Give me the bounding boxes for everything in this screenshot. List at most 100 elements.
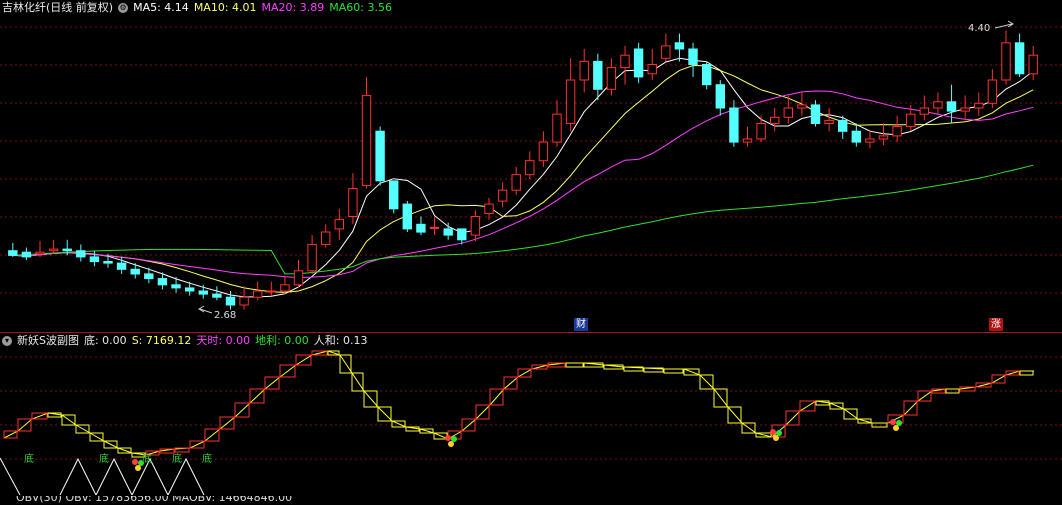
- candle-down: [457, 228, 467, 241]
- high-price-marker: 4.40: [968, 23, 991, 34]
- candle-up: [293, 270, 304, 286]
- candle-down: [702, 64, 712, 86]
- candle-up: [742, 138, 753, 143]
- candle-up: [307, 243, 317, 272]
- candle-down: [130, 268, 140, 275]
- candle-up: [565, 79, 576, 124]
- candle-down: [443, 228, 453, 236]
- kline-panel[interactable]: 吉林化纤(日线 前复权) ⚙ MA5: 4.14 MA10: 4.01 MA20: 3.…: [0, 0, 1062, 332]
- candle-down: [715, 84, 725, 109]
- ma5-label: MA5: 4.14: [133, 1, 189, 14]
- candle-down: [946, 101, 957, 112]
- candle-up: [579, 60, 589, 81]
- candle-down: [851, 130, 861, 143]
- kline-chart[interactable]: [0, 0, 1062, 332]
- candle-down: [144, 273, 154, 280]
- candle-up: [484, 203, 494, 214]
- candle-up: [987, 79, 998, 104]
- ma5-line: [12, 57, 1034, 298]
- candle-down: [212, 293, 222, 298]
- signal-dot-red: [890, 419, 896, 425]
- signal-dot-yellow: [773, 435, 779, 441]
- signal-dot-red: [770, 429, 776, 435]
- s-wave-title: 新妖S波副图: [17, 334, 79, 347]
- candle-up: [960, 107, 970, 112]
- ma60-label: MA60: 3.56: [329, 1, 392, 14]
- low-price-marker: 2.68: [214, 310, 237, 321]
- dili-label: 地利: 0.00: [255, 334, 309, 347]
- kline-legend: 吉林化纤(日线 前复权) ⚙ MA5: 4.14 MA10: 4.01 MA20: 3.…: [0, 0, 397, 16]
- ma20-label: MA20: 3.89: [261, 1, 325, 14]
- candle-down: [116, 262, 127, 270]
- candle-down: [157, 278, 168, 286]
- candle-up: [538, 141, 549, 162]
- candle-up: [429, 226, 440, 229]
- candle-up: [552, 113, 562, 143]
- candle-up: [919, 107, 929, 115]
- candle-up: [1001, 42, 1011, 81]
- candle-up: [606, 67, 617, 90]
- candle-up: [48, 248, 59, 252]
- candle-up: [906, 113, 916, 128]
- panel-menu-icon[interactable]: ▾: [2, 336, 12, 346]
- di-mark: 底: [142, 454, 152, 465]
- obv-panel-header: OBV(30) OBV: 15783656.00 MAOBV: 14664846…: [0, 496, 1062, 505]
- candle-up: [865, 138, 875, 143]
- candle-down: [593, 60, 603, 90]
- signal-dot-yellow: [893, 425, 899, 431]
- candle-down: [76, 250, 86, 258]
- candle-up: [239, 296, 249, 306]
- s-wave-box: [1019, 370, 1034, 376]
- signal-dot-green: [776, 430, 782, 436]
- candle-down: [375, 130, 385, 182]
- candle-down: [21, 251, 32, 258]
- limit-up-badge[interactable]: 涨: [989, 318, 1003, 331]
- finance-badge[interactable]: 财: [574, 318, 588, 331]
- obv-label: OBV(30) OBV: 15783656.00 MAOBV: 14664846…: [16, 496, 293, 504]
- signal-dot-red: [132, 459, 138, 465]
- signal-dot-green: [896, 420, 902, 426]
- s-wave-chart[interactable]: [0, 333, 1062, 495]
- candle-up: [974, 102, 984, 109]
- candle-up: [266, 290, 277, 293]
- candle-up: [824, 119, 834, 125]
- candle-up: [348, 188, 358, 218]
- candle-down: [389, 180, 399, 210]
- low-marker-arrow: [198, 305, 213, 314]
- candle-up: [361, 95, 372, 187]
- s-wave-line: [3, 350, 1034, 456]
- candle-down: [198, 290, 209, 295]
- candle-up: [1028, 54, 1038, 75]
- candle-down: [810, 104, 821, 125]
- candle-up: [756, 123, 766, 140]
- candle-up: [892, 126, 902, 137]
- s-wave-legend: ▾ 新妖S波副图 底: 0.00 S: 7169.12 天时: 0.00 地利: 0.00…: [0, 333, 372, 349]
- s-wave-panel[interactable]: ▾ 新妖S波副图 底: 0.00 S: 7169.12 天时: 0.00 地利: 0.00…: [0, 333, 1062, 495]
- di-mark: 底: [24, 454, 34, 465]
- candle-down: [633, 48, 644, 78]
- candle-up: [253, 290, 263, 298]
- candle-down: [688, 48, 698, 65]
- stock-title: 吉林化纤(日线 前复权): [2, 1, 114, 14]
- candle-down: [402, 203, 413, 230]
- candle-up: [321, 231, 331, 245]
- candle-up: [661, 45, 671, 59]
- candle-up: [35, 251, 45, 255]
- settings-icon[interactable]: ⚙: [118, 3, 129, 13]
- candle-down: [103, 261, 113, 264]
- di-mark: 底: [172, 454, 182, 465]
- candle-up: [511, 174, 521, 191]
- candle-down: [1014, 42, 1025, 75]
- candle-up: [620, 54, 630, 69]
- candle-up: [470, 216, 481, 236]
- candle-up: [334, 219, 345, 230]
- candle-down: [674, 42, 685, 50]
- s-wave-box: [663, 368, 684, 374]
- candle-down: [185, 287, 195, 292]
- candle-up: [525, 160, 535, 176]
- candle-up: [878, 135, 889, 140]
- candle-up: [497, 189, 508, 202]
- tianshi-label: 天时: 0.00: [196, 334, 251, 347]
- candle-up: [783, 107, 793, 118]
- di-mark: 底: [202, 454, 212, 465]
